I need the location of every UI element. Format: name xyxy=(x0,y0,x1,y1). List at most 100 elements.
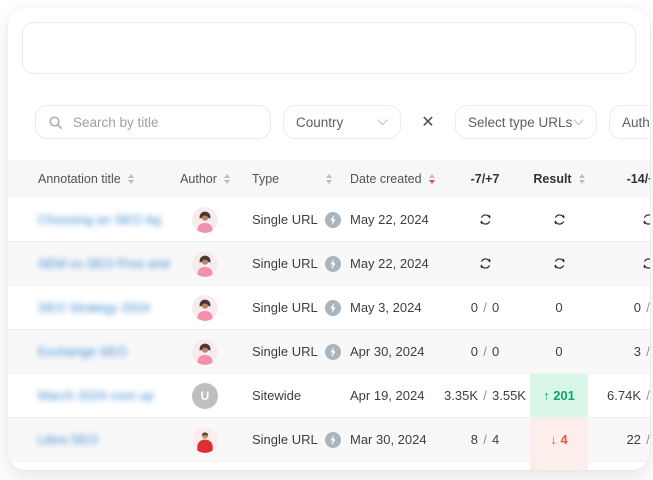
result-value: 0 xyxy=(555,300,562,315)
date-created: Apr 30, 2024 xyxy=(350,344,424,359)
lightning-badge-icon xyxy=(325,432,341,448)
author-avatar-letter: U xyxy=(192,383,218,409)
chevron-down-icon xyxy=(573,119,584,126)
result-cell: ↑ 201 xyxy=(530,374,588,417)
column-label: -14/+14 xyxy=(627,172,650,186)
table-row-partial xyxy=(8,462,650,470)
result-cell: 0 xyxy=(530,286,588,329)
author-select-label: Author xyxy=(622,115,650,130)
metric-7-7-cell: 0/0 xyxy=(440,330,530,373)
lightning-badge-icon xyxy=(325,300,341,316)
column-label: Author xyxy=(180,172,217,186)
result-value: 0 xyxy=(555,344,562,359)
filters-bar: Country ✕ Select type URLs Author xyxy=(35,105,650,139)
column-header-date-created[interactable]: Date created xyxy=(346,172,440,186)
search-icon xyxy=(48,115,63,130)
type-label: Single URL xyxy=(252,432,318,447)
sort-icon[interactable] xyxy=(579,174,585,184)
search-input[interactable] xyxy=(71,114,258,131)
metric-values: 22/ xyxy=(588,432,650,447)
clear-filters-icon[interactable]: ✕ xyxy=(413,112,443,132)
column-label: Result xyxy=(533,172,571,186)
metric-values: 8/4 xyxy=(440,432,530,447)
metric-values: 0/0 xyxy=(440,344,530,359)
type-urls-select[interactable]: Select type URLs xyxy=(455,105,597,139)
metric-values: 0/ xyxy=(588,300,650,315)
date-created: May 3, 2024 xyxy=(350,300,422,315)
search-by-title[interactable] xyxy=(35,105,271,139)
table-row: Exchange SEO Single URL Apr 30, 2024 0/0… xyxy=(8,330,650,374)
refresh-icon xyxy=(553,257,566,270)
type-label: Single URL xyxy=(252,344,318,359)
metric-14-14-cell xyxy=(588,242,650,285)
result-down: ↓ 4 xyxy=(550,432,567,447)
sort-icon[interactable] xyxy=(128,174,134,184)
table-body: Choosing an SEO Ag Single URL May 22, 20… xyxy=(8,198,650,470)
refresh-icon xyxy=(642,213,651,226)
metric-14-14-cell xyxy=(588,198,650,241)
type-label: Single URL xyxy=(252,212,318,227)
refresh-icon xyxy=(553,213,566,226)
lightning-badge-icon xyxy=(325,344,341,360)
author-avatar-red xyxy=(192,427,218,453)
column-label: Annotation title xyxy=(38,172,121,186)
annotation-title-link[interactable]: Choosing an SEO Ag xyxy=(38,212,161,227)
metric-7-7-cell: 3.35K/3.55K xyxy=(440,374,530,417)
lightning-badge-icon xyxy=(325,256,341,272)
metric-14-14-cell: 3/ xyxy=(588,330,650,373)
metric-7-7-cell xyxy=(440,198,530,241)
metric-14-14-cell: 0/ xyxy=(588,286,650,329)
author-select[interactable]: Author xyxy=(609,105,650,139)
column-header--7-7: -7/+7 xyxy=(440,172,530,186)
refresh-icon xyxy=(479,213,492,226)
author-avatar-woman xyxy=(192,207,218,233)
type-label: Single URL xyxy=(252,300,318,315)
date-created: May 22, 2024 xyxy=(350,212,429,227)
author-avatar-woman xyxy=(192,339,218,365)
metric-14-14-cell: 6.74K/6 xyxy=(588,374,650,417)
result-cell: ↓ 4 xyxy=(530,418,588,461)
metric-7-7-cell xyxy=(440,242,530,285)
metric-14-14-cell: 22/ xyxy=(588,418,650,461)
column-header-result[interactable]: Result xyxy=(530,172,588,186)
country-select[interactable]: Country xyxy=(283,105,401,139)
column-label: Date created xyxy=(350,172,422,186)
column-header-author[interactable]: Author xyxy=(170,172,240,186)
table-row: Libra SEO Single URL Mar 30, 2024 8/4 ↓ 4… xyxy=(8,418,650,462)
type-label: Single URL xyxy=(252,256,318,271)
annotation-title-link[interactable]: Libra SEO xyxy=(38,432,98,447)
chevron-down-icon xyxy=(377,119,388,126)
header-empty-box xyxy=(22,22,636,74)
sort-icon[interactable] xyxy=(326,174,332,184)
sort-icon[interactable] xyxy=(224,174,230,184)
result-cell: 0 xyxy=(530,330,588,373)
refresh-icon xyxy=(642,257,651,270)
annotation-title-link[interactable]: SEM vs SEO Pros and xyxy=(38,256,170,271)
metric-values: 3.35K/3.55K xyxy=(440,388,530,403)
annotation-title-link[interactable]: SEO Strategy 2024 xyxy=(38,300,150,315)
sort-icon[interactable] xyxy=(429,174,435,184)
lightning-badge-icon xyxy=(325,212,341,228)
annotations-card: Country ✕ Select type URLs Author Annota… xyxy=(8,8,650,470)
country-select-label: Country xyxy=(296,115,343,130)
table-row: March 2024 core upUSitewideApr 19, 2024 … xyxy=(8,374,650,418)
table-row: SEO Strategy 2024 Single URL May 3, 2024… xyxy=(8,286,650,330)
refresh-icon xyxy=(479,257,492,270)
table-header: Annotation title Author Type Date create… xyxy=(8,160,650,198)
metric-values: 3/ xyxy=(588,344,650,359)
author-avatar-woman xyxy=(192,251,218,277)
date-created: Mar 30, 2024 xyxy=(350,432,427,447)
result-cell xyxy=(530,198,588,241)
metric-7-7-cell: 0/0 xyxy=(440,286,530,329)
table-row: Choosing an SEO Ag Single URL May 22, 20… xyxy=(8,198,650,242)
metric-values: 6.74K/6 xyxy=(588,388,650,403)
type-label: Sitewide xyxy=(252,388,301,403)
column-header-annotation-title[interactable]: Annotation title xyxy=(30,172,170,186)
column-header-type[interactable]: Type xyxy=(240,172,346,186)
result-up: ↑ 201 xyxy=(543,388,575,403)
annotation-title-link[interactable]: Exchange SEO xyxy=(38,344,127,359)
metric-values: 0/0 xyxy=(440,300,530,315)
column-label: -7/+7 xyxy=(471,172,500,186)
annotation-title-link[interactable]: March 2024 core up xyxy=(38,388,154,403)
column-header--14-14: -14/+14 xyxy=(588,172,650,186)
